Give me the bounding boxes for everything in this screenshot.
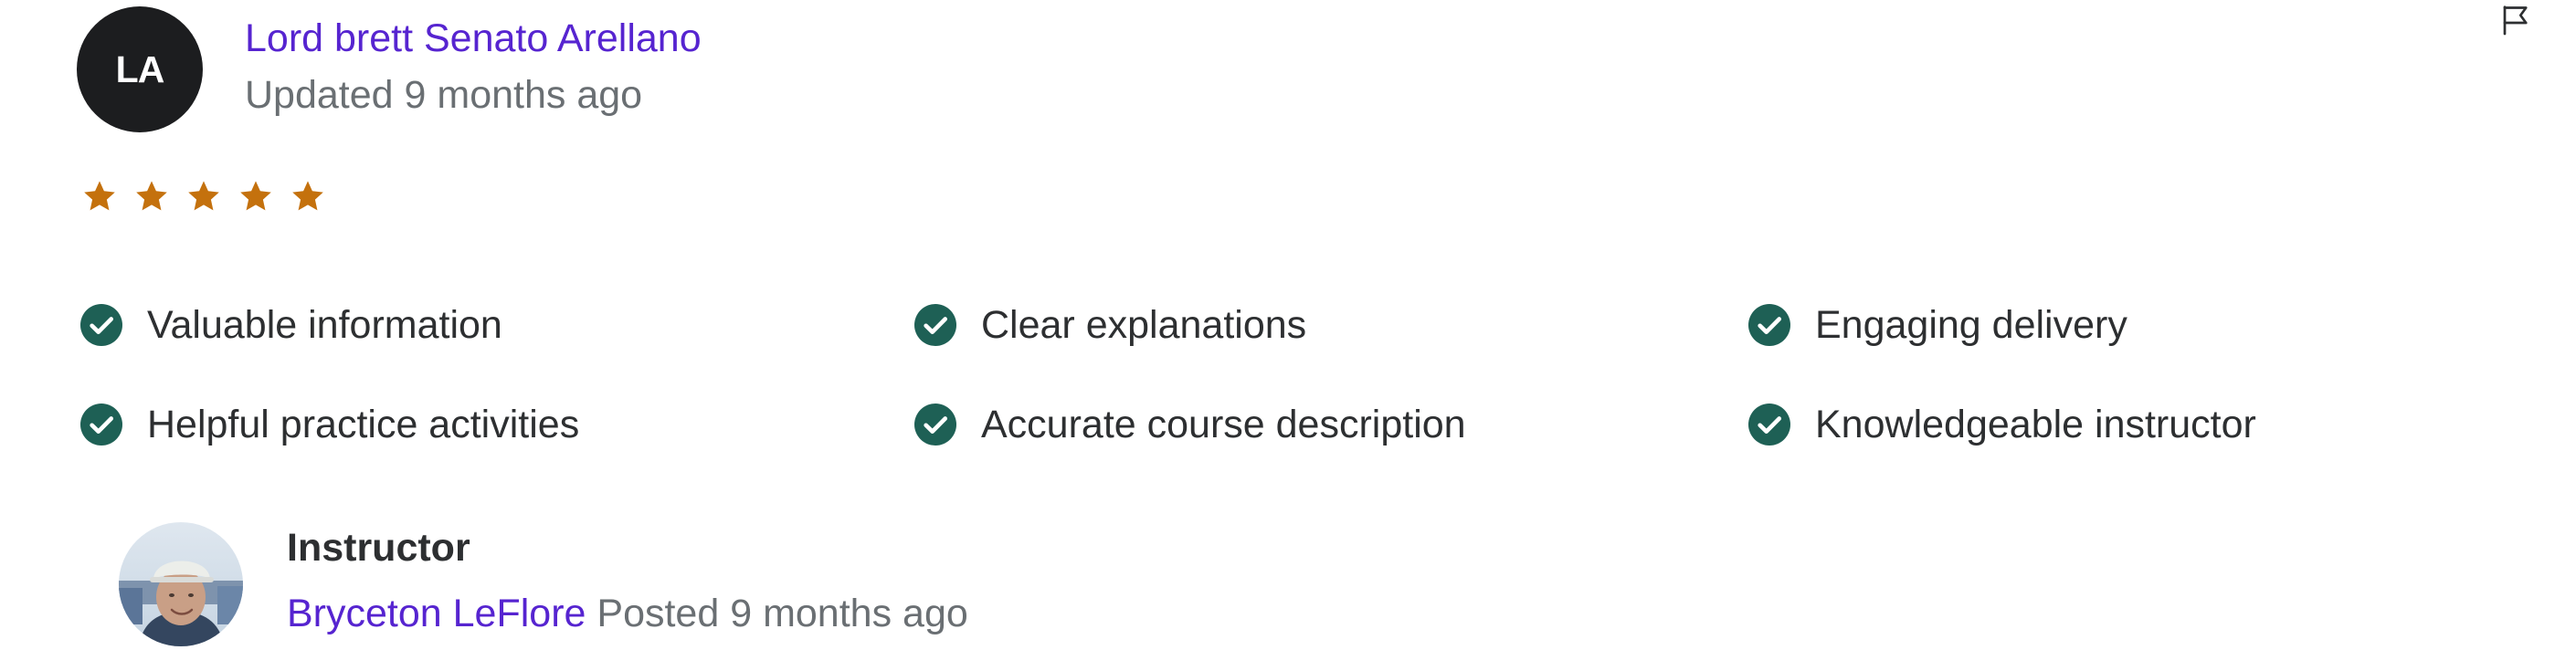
review-tag: Clear explanations	[914, 299, 1748, 351]
review-tag-label: Knowledgeable instructor	[1815, 403, 2256, 446]
review-tag-label: Clear explanations	[981, 303, 1307, 347]
review-tag: Knowledgeable instructor	[1748, 399, 2501, 450]
instructor-photo	[119, 522, 243, 646]
star-icon	[240, 181, 271, 211]
review-tag-label: Valuable information	[147, 303, 502, 347]
check-circle-icon	[1748, 404, 1790, 446]
instructor-posted-time: Posted 9 months ago	[596, 592, 968, 635]
check-circle-icon	[80, 304, 122, 346]
reviewer-avatar: LA	[77, 6, 203, 132]
review-tag: Helpful practice activities	[80, 399, 914, 450]
reviewer-initials: LA	[115, 47, 165, 90]
check-circle-icon	[80, 404, 122, 446]
instructor-avatar[interactable]	[119, 522, 243, 646]
flag-icon[interactable]	[2499, 4, 2532, 37]
star-icon	[136, 181, 167, 211]
review-tag-label: Helpful practice activities	[147, 403, 580, 446]
review-tags: Valuable information Clear explanations …	[80, 299, 2501, 450]
review-updated-time: Updated 9 months ago	[245, 73, 643, 117]
star-icon	[188, 181, 219, 211]
review-tag: Accurate course description	[914, 399, 1748, 450]
check-circle-icon	[914, 304, 956, 346]
review-tag: Engaging delivery	[1748, 299, 2501, 351]
reviewer-name-link[interactable]: Lord brett Senato Arellano	[245, 13, 702, 64]
review-tag-label: Engaging delivery	[1815, 303, 2127, 347]
check-circle-icon	[1748, 304, 1790, 346]
star-rating	[82, 179, 325, 214]
instructor-name-link[interactable]: Bryceton LeFlore	[287, 592, 586, 635]
check-circle-icon	[914, 404, 956, 446]
review-tag-label: Accurate course description	[981, 403, 1466, 446]
star-icon	[292, 181, 323, 211]
instructor-response-heading: Instructor	[287, 526, 470, 570]
star-icon	[84, 181, 115, 211]
instructor-response-meta: Bryceton LeFlore Posted 9 months ago	[287, 588, 968, 639]
review-card: LA Lord brett Senato Arellano Updated 9 …	[0, 0, 2576, 650]
review-tag: Valuable information	[80, 299, 914, 351]
